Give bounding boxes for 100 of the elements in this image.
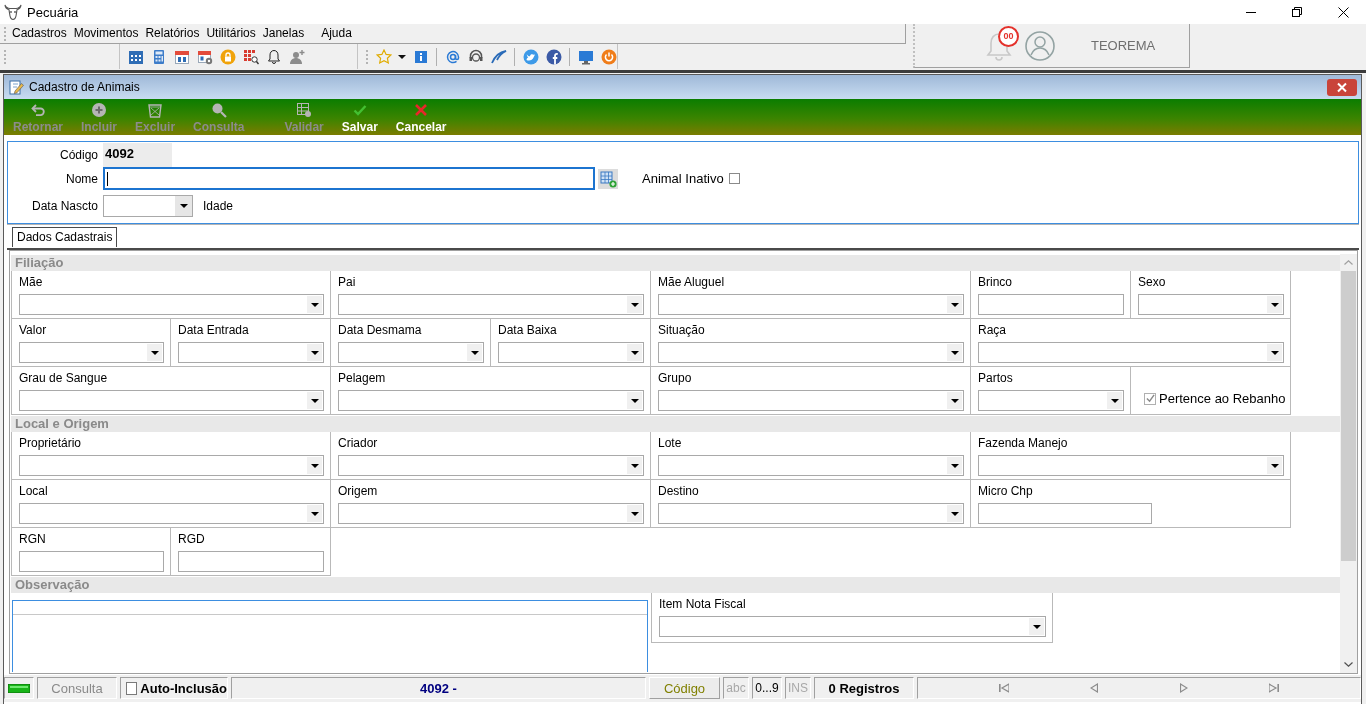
- dropdown-field[interactable]: [978, 342, 1284, 363]
- field-label: Grupo: [658, 371, 692, 387]
- info-icon[interactable]: [412, 48, 429, 65]
- text-field[interactable]: [978, 294, 1124, 315]
- checkbox-label: Animal Inativo: [642, 171, 724, 186]
- dropdown-arrow-icon: [950, 463, 959, 468]
- dropdown-arrow-icon: [630, 350, 639, 355]
- tick-icon: [1145, 394, 1155, 403]
- dropdown-arrow-icon: [310, 302, 319, 307]
- field-label: Destino: [658, 484, 699, 500]
- dropdown-field[interactable]: [19, 455, 324, 476]
- grid-add-icon[interactable]: [598, 168, 618, 189]
- dropdown-field[interactable]: [658, 503, 964, 524]
- menu-item[interactable]: Janelas: [260, 25, 307, 42]
- previous-icon[interactable]: [1090, 683, 1099, 693]
- checkbox[interactable]: [728, 173, 740, 184]
- menu-item[interactable]: Cadastros: [10, 25, 69, 42]
- bird-icon[interactable]: [522, 48, 539, 65]
- at-sign-icon[interactable]: [444, 48, 461, 65]
- dropdown-arrow-icon: [950, 302, 959, 307]
- field-label: Local: [19, 484, 48, 500]
- dropdown-field[interactable]: [1138, 294, 1284, 315]
- dropdown-arrow-icon: [1110, 398, 1119, 403]
- scrollbar-thumb[interactable]: [1341, 271, 1356, 561]
- menu-item[interactable]: Movimentos: [71, 25, 141, 42]
- swoosh-icon[interactable]: [490, 48, 507, 65]
- checkbox[interactable]: [126, 681, 138, 695]
- memo-field[interactable]: [12, 600, 648, 672]
- field-label: Data Baixa: [498, 323, 557, 339]
- dropdown-arrow-icon: [950, 511, 959, 516]
- field-label: Código: [58, 148, 98, 162]
- dropdown-field[interactable]: [338, 342, 484, 363]
- dropdown-arrow-icon: [470, 350, 479, 355]
- headset-icon[interactable]: [467, 48, 484, 65]
- star-icon[interactable]: [375, 48, 392, 65]
- calendar-gear-icon[interactable]: [196, 48, 213, 65]
- toolbar-button[interactable]: Cancelar: [386, 99, 456, 135]
- dropdown-field[interactable]: [978, 390, 1124, 411]
- calendar-icon[interactable]: [127, 48, 144, 65]
- dropdown-arrow-icon: [630, 302, 639, 307]
- last-record-icon[interactable]: [1269, 683, 1280, 693]
- window-title: Cadastro de Animais: [29, 80, 140, 94]
- add-user-icon[interactable]: [288, 48, 305, 65]
- text-field[interactable]: [19, 551, 164, 572]
- close-icon[interactable]: [1337, 6, 1349, 18]
- first-record-icon[interactable]: [998, 683, 1009, 693]
- power-icon[interactable]: [600, 48, 617, 65]
- field-label: RGD: [178, 532, 205, 548]
- dropdown-field[interactable]: [19, 342, 164, 363]
- section-header: Filiação: [11, 255, 1340, 271]
- text-field[interactable]: [178, 551, 324, 572]
- dropdown-field[interactable]: [19, 294, 324, 315]
- dropdown-arrow-icon: [1270, 463, 1279, 468]
- next-icon[interactable]: [1179, 683, 1188, 693]
- chevron-down-icon[interactable]: [1344, 662, 1353, 667]
- dropdown-field[interactable]: [498, 342, 644, 363]
- bell-icon[interactable]: [265, 48, 282, 65]
- dropdown-field[interactable]: [338, 455, 644, 476]
- dropdown-field[interactable]: [178, 342, 324, 363]
- cross-icon: [413, 101, 430, 118]
- dropdown-arrow-icon: [950, 398, 959, 403]
- menu-item[interactable]: Utilitários: [204, 25, 258, 42]
- checkbox-label: Pertence ao Rebanho: [1159, 391, 1286, 406]
- dropdown-arrow-icon: [310, 463, 319, 468]
- checkbox[interactable]: [1144, 392, 1156, 405]
- f-logo-icon[interactable]: [545, 48, 562, 65]
- menu-item[interactable]: Relatórios: [143, 25, 202, 42]
- scrollbar[interactable]: [1340, 254, 1357, 673]
- dropdown-arrow-icon: [310, 398, 319, 403]
- date-field[interactable]: [103, 195, 193, 217]
- lock-icon[interactable]: [219, 48, 236, 65]
- dropdown-field[interactable]: [338, 503, 644, 524]
- notification-badge[interactable]: 00: [998, 25, 1019, 47]
- field-label: Lote: [658, 436, 682, 452]
- name-field[interactable]: [103, 167, 595, 190]
- dropdown-field[interactable]: [658, 390, 964, 411]
- text-field[interactable]: [978, 503, 1152, 524]
- toolbar-button[interactable]: Salvar: [332, 99, 387, 135]
- dropdown-field[interactable]: [659, 616, 1046, 637]
- caret-icon[interactable]: [398, 54, 406, 59]
- dropdown-field[interactable]: [978, 455, 1284, 476]
- company-name: TEOREMA: [1091, 38, 1156, 53]
- dropdown-field[interactable]: [338, 390, 644, 411]
- grid-search-icon[interactable]: [242, 48, 259, 65]
- calendar-icon[interactable]: [173, 48, 190, 65]
- window-title: Pecuária: [27, 4, 79, 20]
- dropdown-field[interactable]: [658, 455, 964, 476]
- chevron-up-icon[interactable]: [1344, 260, 1353, 265]
- dropdown-field[interactable]: [658, 294, 964, 315]
- restore-icon[interactable]: [1292, 7, 1302, 17]
- dropdown-field[interactable]: [19, 390, 324, 411]
- menu-item[interactable]: Ajuda: [319, 25, 354, 42]
- dropdown-field[interactable]: [19, 503, 324, 524]
- field-label: Nome: [65, 171, 98, 186]
- monitor-icon[interactable]: [577, 48, 594, 65]
- tab[interactable]: Dados Cadastrais: [12, 227, 118, 247]
- dropdown-field[interactable]: [658, 342, 964, 363]
- dropdown-field[interactable]: [338, 294, 644, 315]
- dropdown-arrow-icon: [1270, 350, 1279, 355]
- user-avatar-icon[interactable]: [1025, 30, 1055, 61]
